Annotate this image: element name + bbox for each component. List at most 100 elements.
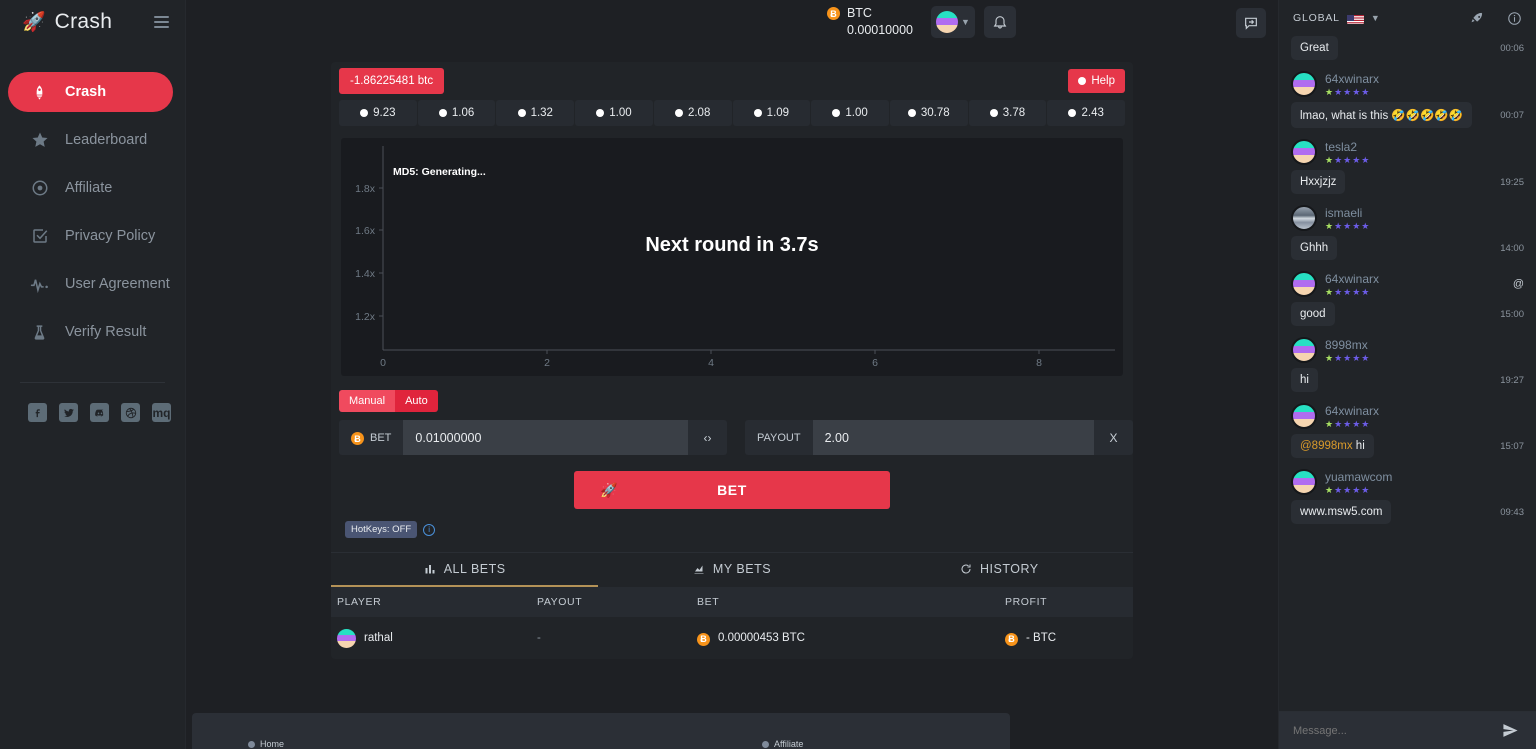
payout-clear-button[interactable]: X bbox=[1094, 420, 1133, 455]
coin-dot-icon bbox=[754, 109, 762, 117]
coin-dot-icon bbox=[360, 109, 368, 117]
chevron-down-icon[interactable]: ▼ bbox=[1371, 13, 1380, 23]
history-item[interactable]: 9.23 bbox=[339, 100, 417, 126]
history-item[interactable]: 1.00 bbox=[575, 100, 653, 126]
sidebar-item-affiliate[interactable]: Affiliate bbox=[8, 168, 173, 208]
message-username[interactable]: yuamawcom bbox=[1325, 470, 1392, 484]
message-text: @8998mx hi bbox=[1291, 434, 1374, 458]
tab-my-bets[interactable]: MY BETS bbox=[598, 553, 865, 587]
dribbble-icon[interactable] bbox=[121, 403, 140, 422]
message-username[interactable]: 64xwinarx bbox=[1325, 272, 1379, 286]
brand-name: Crash bbox=[55, 10, 113, 34]
user-rank-stars: ★★★★★ bbox=[1325, 222, 1370, 231]
column-bet: BET bbox=[697, 596, 1005, 608]
sidebar-item-privacy-policy[interactable]: Privacy Policy bbox=[8, 216, 173, 256]
tab-history[interactable]: HISTORY bbox=[866, 553, 1133, 587]
avatar[interactable] bbox=[1291, 271, 1317, 297]
avatar[interactable] bbox=[1291, 337, 1317, 363]
discord-icon[interactable] bbox=[90, 403, 109, 422]
svg-text:2: 2 bbox=[544, 357, 550, 369]
svg-text:8: 8 bbox=[1036, 357, 1042, 369]
message-username[interactable]: 8998mx bbox=[1325, 338, 1368, 352]
balance-display[interactable]: Ƀ BTC 0.00010000 bbox=[827, 5, 913, 39]
message-username[interactable]: ismaeli bbox=[1325, 206, 1362, 220]
chat-messages[interactable]: Great 00:06 64xwinarx ★★★★★ lmao, what i… bbox=[1279, 36, 1536, 711]
app-root: 🚀 Crash Crash Leaderboard Aff bbox=[0, 0, 1536, 749]
message-username[interactable]: 64xwinarx bbox=[1325, 404, 1379, 418]
avatar[interactable] bbox=[1291, 403, 1317, 429]
history-item[interactable]: 1.06 bbox=[418, 100, 496, 126]
cell-bet: Ƀ 0.00000453 BTC bbox=[697, 631, 1005, 646]
send-icon[interactable] bbox=[1484, 712, 1536, 749]
footer-link-home[interactable]: Home bbox=[248, 739, 284, 749]
history-item[interactable]: 1.00 bbox=[811, 100, 889, 126]
btc-coin-icon: Ƀ bbox=[697, 633, 710, 646]
bar-chart-icon bbox=[424, 563, 436, 575]
notifications-button[interactable] bbox=[984, 6, 1016, 38]
player-name: rathal bbox=[364, 632, 393, 644]
message-text: Hxxjzjz bbox=[1291, 170, 1345, 194]
twitter-icon[interactable] bbox=[59, 403, 78, 422]
message-text: lmao, what is this 🤣🤣🤣🤣🤣 bbox=[1291, 102, 1472, 128]
profit-amount: - BTC bbox=[1026, 632, 1056, 644]
avatar[interactable] bbox=[1291, 205, 1317, 231]
info-circle-icon[interactable] bbox=[1507, 11, 1522, 26]
message-text: www.msw5.com bbox=[1291, 500, 1391, 524]
table-row[interactable]: rathal - Ƀ 0.00000453 BTC Ƀ - BTC bbox=[331, 617, 1133, 659]
sidebar-item-user-agreement[interactable]: User Agreement bbox=[8, 264, 173, 304]
history-item[interactable]: 1.32 bbox=[496, 100, 574, 126]
bell-icon bbox=[992, 14, 1008, 30]
tab-all-bets[interactable]: ALL BETS bbox=[331, 553, 598, 587]
bet-inputs: Ƀ BET ‹› PAYOUT X bbox=[331, 412, 1133, 455]
payout-input[interactable] bbox=[813, 420, 1094, 455]
bet-button[interactable]: 🚀 BET bbox=[574, 471, 890, 509]
main-area: Ƀ BTC 0.00010000 ▼ -1.86225481 btc bbox=[186, 0, 1278, 749]
svg-text:1.4x: 1.4x bbox=[355, 268, 376, 280]
mode-auto-button[interactable]: Auto bbox=[395, 390, 438, 412]
avatar[interactable] bbox=[1291, 469, 1317, 495]
coin-dot-icon bbox=[675, 109, 683, 117]
checkbox-icon bbox=[30, 227, 49, 246]
mention-indicator-icon: @ bbox=[1513, 278, 1524, 290]
sidebar-item-leaderboard[interactable]: Leaderboard bbox=[8, 120, 173, 160]
history-item[interactable]: 1.09 bbox=[733, 100, 811, 126]
history-value: 1.00 bbox=[609, 107, 631, 119]
message-username[interactable]: tesla2 bbox=[1325, 140, 1357, 154]
hotkeys-row: HotKeys: OFF i bbox=[331, 509, 1133, 552]
sidebar-item-verify-result[interactable]: Verify Result bbox=[8, 312, 173, 352]
help-button[interactable]: Help bbox=[1068, 69, 1125, 93]
user-rank-stars: ★★★★★ bbox=[1325, 88, 1379, 97]
facebook-icon[interactable] bbox=[28, 403, 47, 422]
message-mention: @8998mx bbox=[1300, 440, 1353, 452]
footer-link-affiliate[interactable]: Affiliate bbox=[762, 739, 803, 749]
message-body: hi bbox=[1356, 440, 1365, 452]
message-text: hi bbox=[1291, 368, 1318, 392]
rocket-icon: 🚀 bbox=[22, 13, 46, 32]
message-username[interactable]: 64xwinarx bbox=[1325, 72, 1379, 86]
mq-icon[interactable]: mq bbox=[152, 403, 171, 422]
chat-message: 8998mx ★★★★★ hi 19:27 bbox=[1291, 336, 1524, 392]
chat-message-input[interactable] bbox=[1279, 712, 1484, 749]
md5-label: MD5: Generating... bbox=[393, 166, 486, 178]
chat-message: yuamawcom ★★★★★ www.msw5.com 09:43 bbox=[1291, 468, 1524, 524]
swap-arrows-icon[interactable]: ‹› bbox=[688, 420, 727, 455]
bet-amount-input[interactable] bbox=[403, 420, 688, 455]
coin-dot-icon bbox=[518, 109, 526, 117]
rocket-icon[interactable] bbox=[1469, 11, 1484, 26]
history-item[interactable]: 3.78 bbox=[969, 100, 1047, 126]
sidebar-item-label: Affiliate bbox=[65, 180, 112, 196]
user-menu-button[interactable]: ▼ bbox=[931, 6, 975, 38]
sidebar-item-crash[interactable]: Crash bbox=[8, 72, 173, 112]
hotkeys-badge[interactable]: HotKeys: OFF bbox=[345, 521, 417, 538]
hamburger-icon[interactable] bbox=[154, 16, 169, 28]
chat-toggle-icon[interactable] bbox=[1236, 8, 1266, 38]
avatar[interactable] bbox=[1291, 139, 1317, 165]
history-item[interactable]: 30.78 bbox=[890, 100, 968, 126]
bets-tabs: ALL BETS MY BETS HISTORY bbox=[331, 552, 1133, 587]
bet-field: Ƀ BET ‹› bbox=[339, 420, 727, 455]
history-item[interactable]: 2.08 bbox=[654, 100, 732, 126]
history-item[interactable]: 2.43 bbox=[1047, 100, 1125, 126]
mode-manual-button[interactable]: Manual bbox=[339, 390, 395, 412]
avatar[interactable] bbox=[1291, 71, 1317, 97]
info-icon[interactable]: i bbox=[423, 524, 435, 536]
